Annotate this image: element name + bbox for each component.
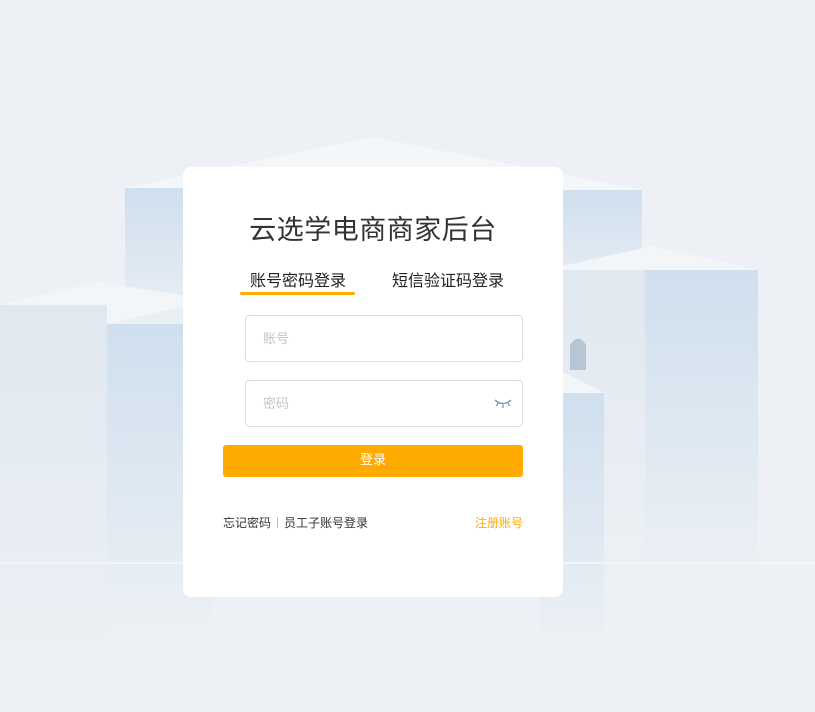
footer-links: 忘记密码 员工子账号登录 (223, 514, 368, 531)
building-left-face-a (0, 305, 107, 705)
login-button[interactable]: 登录 (223, 445, 523, 477)
eye-closed-icon[interactable] (494, 396, 512, 410)
account-input[interactable] (261, 316, 495, 363)
forgot-password-link[interactable]: 忘记密码 (223, 516, 271, 530)
account-field (245, 315, 523, 363)
tab-sms-code-login[interactable]: 短信验证码登录 (392, 267, 504, 291)
employee-login-link[interactable]: 员工子账号登录 (284, 516, 368, 530)
building-right-face-b (645, 270, 758, 590)
login-card: 云选学电商商家后台 账号密码登录 短信验证码登录 登录 忘记密码员工子账号登录 … (183, 167, 563, 597)
tab-account-password-login[interactable]: 账号密码登录 (250, 267, 346, 291)
password-field (245, 380, 523, 428)
register-link[interactable]: 注册账号 (475, 514, 523, 531)
page-title: 云选学电商商家后台 (249, 215, 497, 246)
active-tab-indicator (240, 292, 355, 295)
arch-window (570, 338, 586, 370)
link-divider (277, 517, 279, 528)
password-input[interactable] (261, 381, 495, 428)
